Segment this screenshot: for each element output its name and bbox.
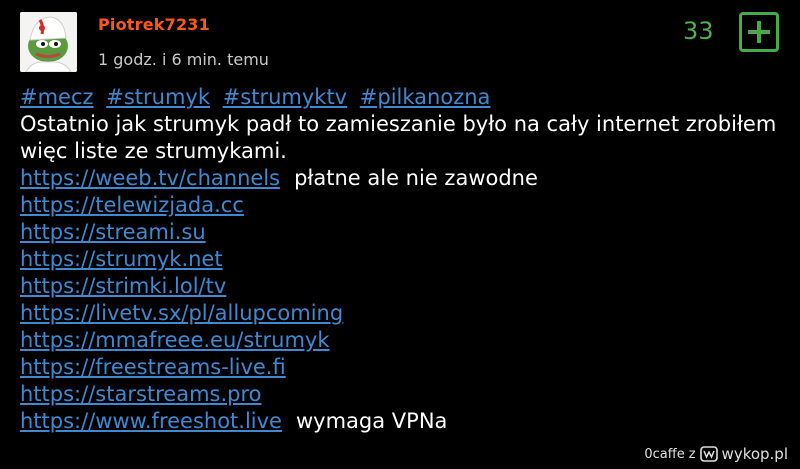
stream-link[interactable]: https://strumyk.net (20, 247, 223, 271)
watermark: 0caffe z wykop.pl (644, 445, 788, 463)
plus-icon (748, 21, 770, 43)
post-time: 1 godz. i 6 min. temu (98, 50, 269, 69)
list-item: https://telewizjada.cc (20, 192, 790, 219)
list-item: https://www.freeshot.live wymaga VPNa (20, 408, 790, 435)
tag-link[interactable]: #strumyk (106, 85, 210, 109)
list-item: https://starstreams.pro (20, 381, 790, 408)
stream-link[interactable]: https://livetv.sx/pl/allupcoming (20, 301, 343, 325)
avatar[interactable] (20, 12, 77, 72)
watermark-separator: z (688, 446, 696, 462)
watermark-user: 0caffe (644, 446, 685, 462)
stream-link[interactable]: https://streami.su (20, 220, 206, 244)
pepe-frog-avatar (20, 12, 77, 72)
tag-link[interactable]: #mecz (20, 85, 94, 109)
tag-link[interactable]: #pilkanozna (360, 85, 491, 109)
link-note: płatne ale nie zawodne (294, 166, 538, 190)
watermark-site: wykop.pl (721, 445, 788, 463)
upvote-button[interactable] (739, 12, 779, 52)
list-item: https://strimki.lol/tv (20, 273, 790, 300)
link-note: wymaga VPNa (295, 409, 448, 433)
list-item: https://livetv.sx/pl/allupcoming (20, 300, 790, 327)
vote-count: 33 (683, 17, 714, 45)
wykop-logo-icon (699, 446, 718, 462)
stream-link[interactable]: https://weeb.tv/channels (20, 166, 280, 190)
stream-link[interactable]: https://telewizjada.cc (20, 193, 244, 217)
stream-link[interactable]: https://www.freeshot.live (20, 409, 282, 433)
stream-link[interactable]: https://starstreams.pro (20, 382, 262, 406)
list-item: https://mmafreee.eu/strumyk (20, 327, 790, 354)
list-item: https://freestreams-live.fi (20, 354, 790, 381)
list-item: https://weeb.tv/channels płatne ale nie z… (20, 165, 790, 192)
tag-link[interactable]: #strumyktv (223, 85, 347, 109)
post-text: Ostatnio jak strumyk padł to zamieszanie… (20, 112, 777, 163)
stream-link[interactable]: https://freestreams-live.fi (20, 355, 286, 379)
stream-link[interactable]: https://strimki.lol/tv (20, 274, 226, 298)
post-body: #mecz #strumyk #strumyktv #pilkanozna Os… (20, 84, 790, 435)
list-item: https://streami.su (20, 219, 790, 246)
stream-link[interactable]: https://mmafreee.eu/strumyk (20, 328, 330, 352)
tags-line: #mecz #strumyk #strumyktv #pilkanozna (20, 84, 790, 111)
author-name[interactable]: Piotrek7231 (98, 15, 210, 34)
list-item: https://strumyk.net (20, 246, 790, 273)
